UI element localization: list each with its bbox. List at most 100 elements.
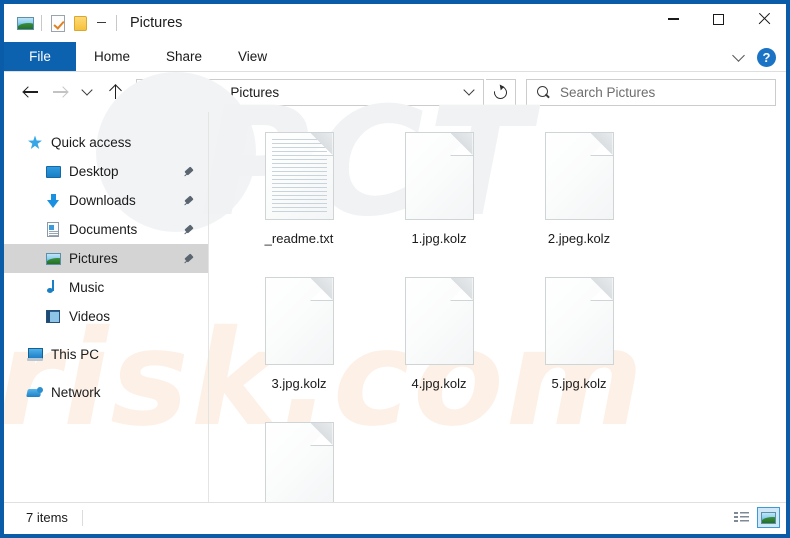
- sidebar-item-documents[interactable]: Documents: [4, 215, 208, 244]
- star-icon: [26, 135, 44, 150]
- refresh-button[interactable]: [486, 78, 516, 106]
- sidebar-item-pictures[interactable]: Pictures: [4, 244, 208, 273]
- file-item-5[interactable]: 5.jpg.kolz: [509, 271, 649, 416]
- generic-file-icon: [544, 132, 614, 220]
- maximize-button[interactable]: [696, 4, 741, 34]
- window-controls: [651, 4, 786, 34]
- sidebar-item-downloads[interactable]: Downloads: [4, 186, 208, 215]
- file-icon-wrap: [404, 126, 474, 229]
- close-button[interactable]: [741, 4, 786, 34]
- maximize-icon: [713, 13, 724, 25]
- file-item-2[interactable]: 2.jpeg.kolz: [509, 126, 649, 271]
- help-button[interactable]: ?: [757, 47, 776, 67]
- search-box[interactable]: Search Pictures: [526, 78, 776, 106]
- title-bar: Pictures: [4, 4, 786, 42]
- quick-access-toolbar: Pictures: [4, 12, 182, 34]
- toolbar-divider: [41, 15, 42, 31]
- file-icon-wrap: [544, 126, 614, 229]
- search-icon: [537, 85, 550, 99]
- address-dropdown-icon[interactable]: [457, 80, 481, 105]
- generic-file-icon: [264, 422, 334, 502]
- details-view-icon: [734, 511, 749, 524]
- large-icons-view-icon: [761, 511, 776, 524]
- pin-icon-documents[interactable]: [184, 224, 195, 235]
- recent-locations-button[interactable]: [74, 79, 100, 105]
- tab-share[interactable]: Share: [148, 42, 220, 71]
- view-mode-buttons: [730, 507, 780, 528]
- sidebar-item-desktop[interactable]: Desktop: [4, 157, 208, 186]
- sidebar-label-this-pc: This PC: [51, 347, 100, 362]
- picture-glyph: [16, 16, 34, 30]
- ribbon-tab-strip: File Home Share View ?: [4, 42, 786, 72]
- large-icons-view-button[interactable]: [757, 507, 780, 528]
- music-icon: [44, 280, 62, 295]
- minimize-button[interactable]: [651, 4, 696, 34]
- sidebar-label-quick-access: Quick access: [51, 135, 132, 150]
- file-list-view[interactable]: _readme.txt 1.jpg.kolz 2.jpeg.kolz 3.jpg…: [209, 112, 786, 502]
- forward-arrow-icon: [52, 86, 67, 98]
- sidebar-label-videos: Videos: [69, 309, 111, 324]
- sidebar-item-network[interactable]: Network: [4, 378, 208, 407]
- back-arrow-icon: [23, 86, 39, 98]
- file-explorer-window: Pictures File Home Share View ? Pictures…: [0, 0, 790, 538]
- new-folder-icon[interactable]: [69, 12, 91, 34]
- file-name: 4.jpg.kolz: [411, 376, 467, 391]
- file-icon-wrap: [264, 416, 334, 502]
- text-document-icon: [264, 132, 334, 220]
- sidebar-label-documents: Documents: [69, 222, 138, 237]
- file-item-4[interactable]: 4.jpg.kolz: [369, 271, 509, 416]
- file-name: 3.jpg.kolz: [271, 376, 327, 391]
- file-item-1[interactable]: 1.jpg.kolz: [369, 126, 509, 271]
- folder-glyph: [73, 15, 87, 31]
- file-grid: _readme.txt 1.jpg.kolz 2.jpeg.kolz 3.jpg…: [229, 126, 786, 502]
- file-item-6[interactable]: 6.jpg.kolz: [229, 416, 369, 502]
- item-count: 7 items: [26, 510, 68, 525]
- sidebar-label-pictures: Pictures: [69, 251, 118, 266]
- videos-icon: [44, 310, 62, 323]
- properties-icon[interactable]: [47, 12, 69, 34]
- generic-file-icon: [544, 277, 614, 365]
- sidebar-item-music[interactable]: Music: [4, 273, 208, 302]
- expand-ribbon-button[interactable]: [727, 46, 749, 68]
- forward-button: [46, 79, 72, 105]
- pictures-folder-icon[interactable]: [14, 12, 36, 34]
- file-item-3[interactable]: 3.jpg.kolz: [229, 271, 369, 416]
- generic-file-icon: [404, 277, 474, 365]
- tab-home[interactable]: Home: [76, 42, 148, 71]
- minimize-icon: [668, 18, 679, 20]
- explorer-body: PCT risk.com Quick access Desktop Downlo…: [4, 72, 786, 502]
- customize-quick-access-icon[interactable]: [91, 13, 111, 33]
- close-icon: [757, 12, 771, 26]
- this-pc-icon: [26, 347, 44, 362]
- pin-icon-downloads[interactable]: [184, 195, 195, 206]
- pin-icon-pictures[interactable]: [184, 253, 195, 264]
- pictures-icon: [44, 252, 62, 265]
- properties-glyph: [51, 14, 65, 32]
- file-icon-wrap: [544, 271, 614, 374]
- generic-file-icon: [264, 277, 334, 365]
- file-icon-wrap: [264, 126, 334, 229]
- sidebar-item-videos[interactable]: Videos: [4, 302, 208, 331]
- file-item-readme[interactable]: _readme.txt: [229, 126, 369, 271]
- sidebar-label-network: Network: [51, 385, 101, 400]
- file-icon-wrap: [264, 271, 334, 374]
- window-title: Pictures: [130, 15, 183, 31]
- tab-file[interactable]: File: [4, 42, 76, 71]
- back-button[interactable]: [18, 79, 44, 105]
- sidebar-item-this-pc[interactable]: This PC: [4, 340, 208, 369]
- file-name: _readme.txt: [264, 231, 334, 246]
- search-input[interactable]: Search Pictures: [560, 85, 655, 100]
- sidebar-item-quick-access[interactable]: Quick access: [4, 128, 208, 157]
- refresh-icon: [491, 82, 510, 102]
- tab-view[interactable]: View: [220, 42, 285, 71]
- sidebar-label-music: Music: [69, 280, 105, 295]
- pin-icon-desktop[interactable]: [184, 166, 195, 177]
- file-name: 2.jpeg.kolz: [547, 231, 611, 246]
- status-divider: [81, 509, 83, 526]
- sidebar-label-desktop: Desktop: [69, 164, 119, 179]
- documents-icon: [44, 222, 62, 237]
- details-view-button[interactable]: [730, 507, 753, 528]
- desktop-icon: [44, 165, 62, 178]
